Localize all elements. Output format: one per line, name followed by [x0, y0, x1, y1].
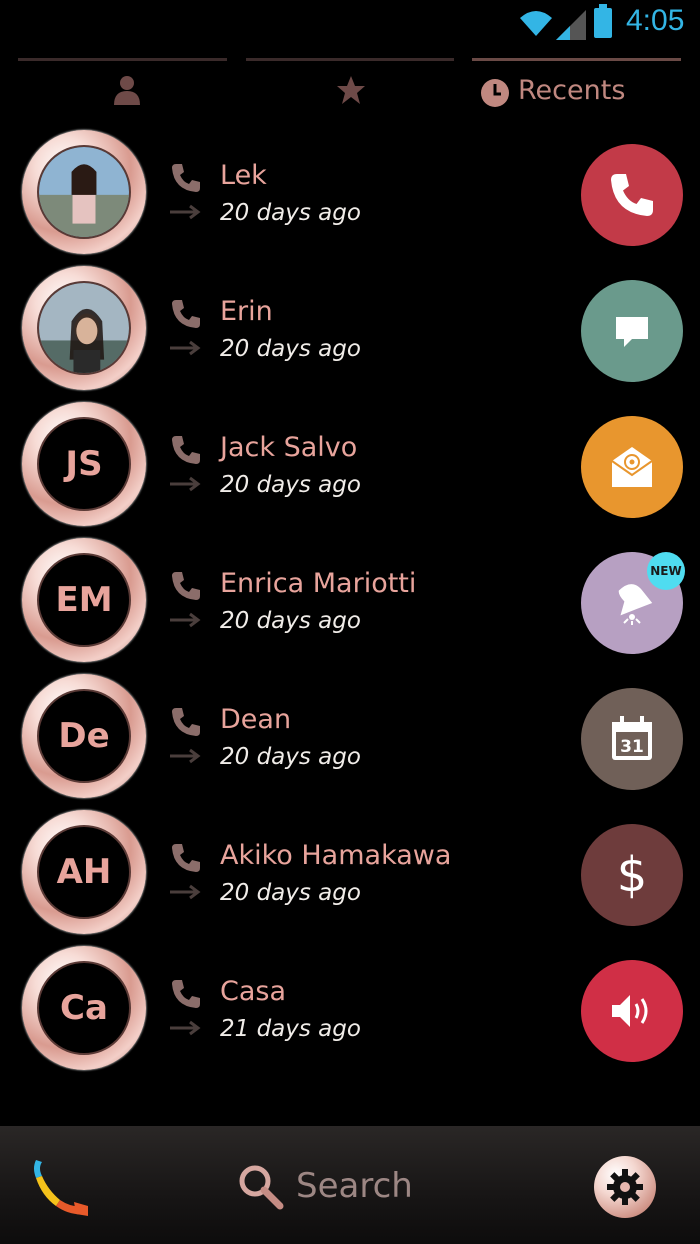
contact-photo — [39, 283, 129, 373]
search-label: Search — [296, 1166, 413, 1206]
tab-recents-label: Recents — [518, 75, 626, 106]
tab-contacts[interactable] — [18, 58, 227, 120]
outgoing-arrow-icon — [170, 1020, 201, 1036]
status-clock: 4:05 — [626, 4, 685, 37]
call-time: 20 days ago — [220, 336, 361, 362]
email-icon — [611, 447, 653, 487]
wifi-icon — [520, 11, 552, 36]
call-time: 20 days ago — [220, 472, 361, 498]
clock-icon — [481, 79, 509, 107]
call-icon — [172, 844, 200, 872]
email-button[interactable] — [581, 416, 683, 518]
call-time: 21 days ago — [220, 1016, 361, 1042]
contact-name: Dean — [220, 704, 292, 735]
avatar[interactable]: JS — [22, 402, 146, 526]
contact-name: Casa — [220, 976, 287, 1007]
gear-icon — [607, 1169, 643, 1205]
avatar-initials: Ca — [60, 988, 108, 1028]
call-button[interactable] — [581, 144, 683, 246]
avatar-initials: AH — [56, 852, 112, 892]
phone-icon — [611, 174, 653, 216]
call-time: 20 days ago — [220, 880, 361, 906]
avatar-initials: De — [58, 716, 110, 756]
outgoing-arrow-icon — [170, 204, 201, 220]
tab-recents[interactable]: Recents — [472, 58, 681, 120]
outgoing-arrow-icon — [170, 340, 201, 356]
tab-bar: Recents — [18, 58, 682, 120]
list-item[interactable]: AH Akiko Hamakawa 20 days ago $ — [0, 810, 700, 940]
avatar[interactable]: De — [22, 674, 146, 798]
search-button[interactable]: Search — [236, 1160, 413, 1212]
avatar[interactable] — [22, 266, 146, 390]
contact-name: Lek — [220, 160, 267, 191]
outgoing-arrow-icon — [170, 612, 201, 628]
contact-name: Enrica Mariotti — [220, 568, 417, 599]
search-icon — [239, 1165, 284, 1210]
call-icon — [172, 572, 200, 600]
call-time: 20 days ago — [220, 200, 361, 226]
status-bar: 4:05 — [0, 0, 700, 48]
star-icon — [337, 76, 365, 104]
outgoing-arrow-icon — [170, 884, 201, 900]
dollar-icon: $ — [616, 847, 648, 903]
call-icon — [172, 164, 200, 192]
calendar-button[interactable]: 31 — [581, 688, 683, 790]
message-button[interactable] — [581, 280, 683, 382]
contact-name: Jack Salvo — [220, 432, 358, 463]
list-item[interactable]: Erin 20 days ago — [0, 266, 700, 396]
contact-name: Erin — [220, 296, 273, 327]
outgoing-arrow-icon — [170, 748, 201, 764]
list-item[interactable]: EM Enrica Mariotti 20 days ago — [0, 538, 700, 668]
call-time: 20 days ago — [220, 608, 361, 634]
message-icon — [616, 317, 648, 347]
call-icon — [172, 708, 200, 736]
list-item[interactable]: De Dean 20 days ago 31 — [0, 674, 700, 804]
payment-button[interactable]: $ — [581, 824, 683, 926]
calendar-icon: 31 — [612, 716, 652, 760]
contact-photo — [39, 147, 129, 237]
battery-icon — [594, 4, 612, 38]
avatar-initials: EM — [55, 580, 113, 620]
call-icon — [172, 300, 200, 328]
call-icon — [172, 436, 200, 464]
dialer-logo-icon[interactable] — [30, 1156, 94, 1220]
tab-favorites[interactable] — [246, 58, 454, 120]
settings-button[interactable] — [594, 1156, 656, 1218]
signal-icon — [556, 10, 586, 40]
list-item[interactable]: JS Jack Salvo 20 days ago — [0, 402, 700, 532]
list-item[interactable]: Ca Casa 21 days ago — [0, 946, 700, 1076]
new-badge: NEW — [647, 552, 685, 590]
avatar-initials: JS — [65, 444, 103, 484]
person-icon — [114, 76, 140, 105]
calendar-day: 31 — [620, 737, 644, 757]
contact-name: Akiko Hamakawa — [220, 840, 452, 871]
avatar[interactable]: Ca — [22, 946, 146, 1070]
avatar[interactable] — [22, 130, 146, 254]
alarm-bell-icon — [618, 584, 653, 625]
call-icon — [172, 980, 200, 1008]
list-item[interactable]: Lek 20 days ago — [0, 130, 700, 260]
volume-button[interactable] — [581, 960, 683, 1062]
avatar[interactable]: AH — [22, 810, 146, 934]
avatar[interactable]: EM — [22, 538, 146, 662]
call-time: 20 days ago — [220, 744, 361, 770]
bottom-bar: Search — [0, 1126, 700, 1244]
outgoing-arrow-icon — [170, 476, 201, 492]
speaker-icon — [612, 995, 648, 1027]
